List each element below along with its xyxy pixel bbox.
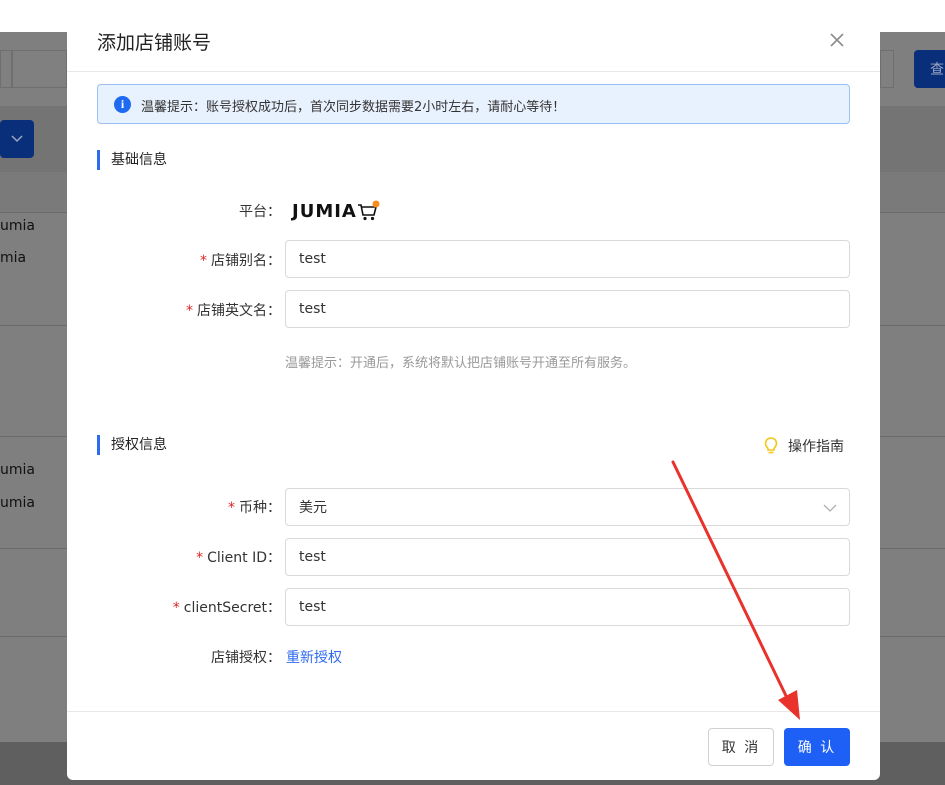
- operation-guide-link[interactable]: 操作指南: [764, 436, 844, 456]
- currency-selected-value: 美元: [299, 500, 327, 516]
- bg-row-text: mia: [0, 250, 27, 266]
- logo-text: JUMIA: [292, 200, 357, 222]
- confirm-button[interactable]: 确 认: [784, 728, 850, 766]
- store-alias-label: * 店铺别名：: [200, 253, 281, 269]
- bg-query-button[interactable]: 查: [914, 50, 945, 88]
- section-title-basic: 基础信息: [97, 150, 167, 170]
- section-title-auth: 授权信息: [97, 435, 167, 455]
- bg-row-text: umia: [0, 495, 35, 511]
- bg-row-text: umia: [0, 218, 35, 234]
- client-secret-label: * clientSecret：: [172, 600, 281, 616]
- dialog-header: 添加店铺账号: [67, 10, 880, 72]
- close-icon[interactable]: [829, 32, 845, 48]
- alert-text: 温馨提示：账号授权成功后，首次同步数据需要2小时左右，请耐心等待！: [141, 100, 566, 115]
- info-icon: i: [114, 96, 131, 113]
- currency-label: * 币种：: [228, 500, 281, 516]
- client-id-field[interactable]: [299, 549, 836, 565]
- client-id-input[interactable]: [285, 538, 850, 576]
- cancel-button[interactable]: 取 消: [708, 728, 774, 766]
- add-store-account-dialog: 添加店铺账号 i 温馨提示：账号授权成功后，首次同步数据需要2小时左右，请耐心等…: [67, 10, 880, 780]
- bg-filter-input-2: [12, 50, 67, 88]
- chevron-down-icon: [11, 135, 23, 143]
- required-mark: *: [200, 253, 207, 269]
- required-mark: *: [186, 303, 193, 319]
- bg-filter-input-right: [880, 50, 894, 88]
- currency-select[interactable]: 美元: [285, 488, 850, 526]
- jumia-logo: JUMIA: [292, 200, 381, 222]
- client-secret-field[interactable]: [299, 599, 836, 615]
- store-alias-field[interactable]: [299, 251, 836, 267]
- chevron-down-icon: [823, 504, 837, 512]
- store-english-name-field[interactable]: [299, 301, 836, 317]
- bg-dropdown-button[interactable]: [0, 120, 34, 158]
- store-english-name-label: * 店铺英文名：: [186, 303, 281, 319]
- bg-filter-input-left: [0, 50, 12, 88]
- dialog-title: 添加店铺账号: [97, 32, 212, 54]
- shopping-cart-icon: [357, 200, 380, 221]
- lightbulb-icon: [764, 437, 778, 454]
- platform-label: 平台：: [239, 204, 281, 220]
- client-secret-input[interactable]: [285, 588, 850, 626]
- basic-hint-text: 温馨提示：开通后，系统将默认把店铺账号开通至所有服务。: [285, 356, 637, 371]
- store-alias-input[interactable]: [285, 240, 850, 278]
- guide-label: 操作指南: [788, 439, 844, 455]
- store-english-name-input[interactable]: [285, 290, 850, 328]
- bg-row-text: umia: [0, 462, 35, 478]
- required-mark: *: [172, 600, 180, 616]
- reauthorize-link[interactable]: 重新授权: [286, 647, 342, 667]
- required-mark: *: [196, 550, 204, 566]
- dialog-footer: 取 消 确 认: [67, 711, 880, 780]
- required-mark: *: [228, 500, 235, 516]
- info-alert: i 温馨提示：账号授权成功后，首次同步数据需要2小时左右，请耐心等待！: [97, 84, 850, 124]
- store-auth-label: 店铺授权：: [211, 650, 281, 666]
- client-id-label: * Client ID：: [196, 550, 281, 566]
